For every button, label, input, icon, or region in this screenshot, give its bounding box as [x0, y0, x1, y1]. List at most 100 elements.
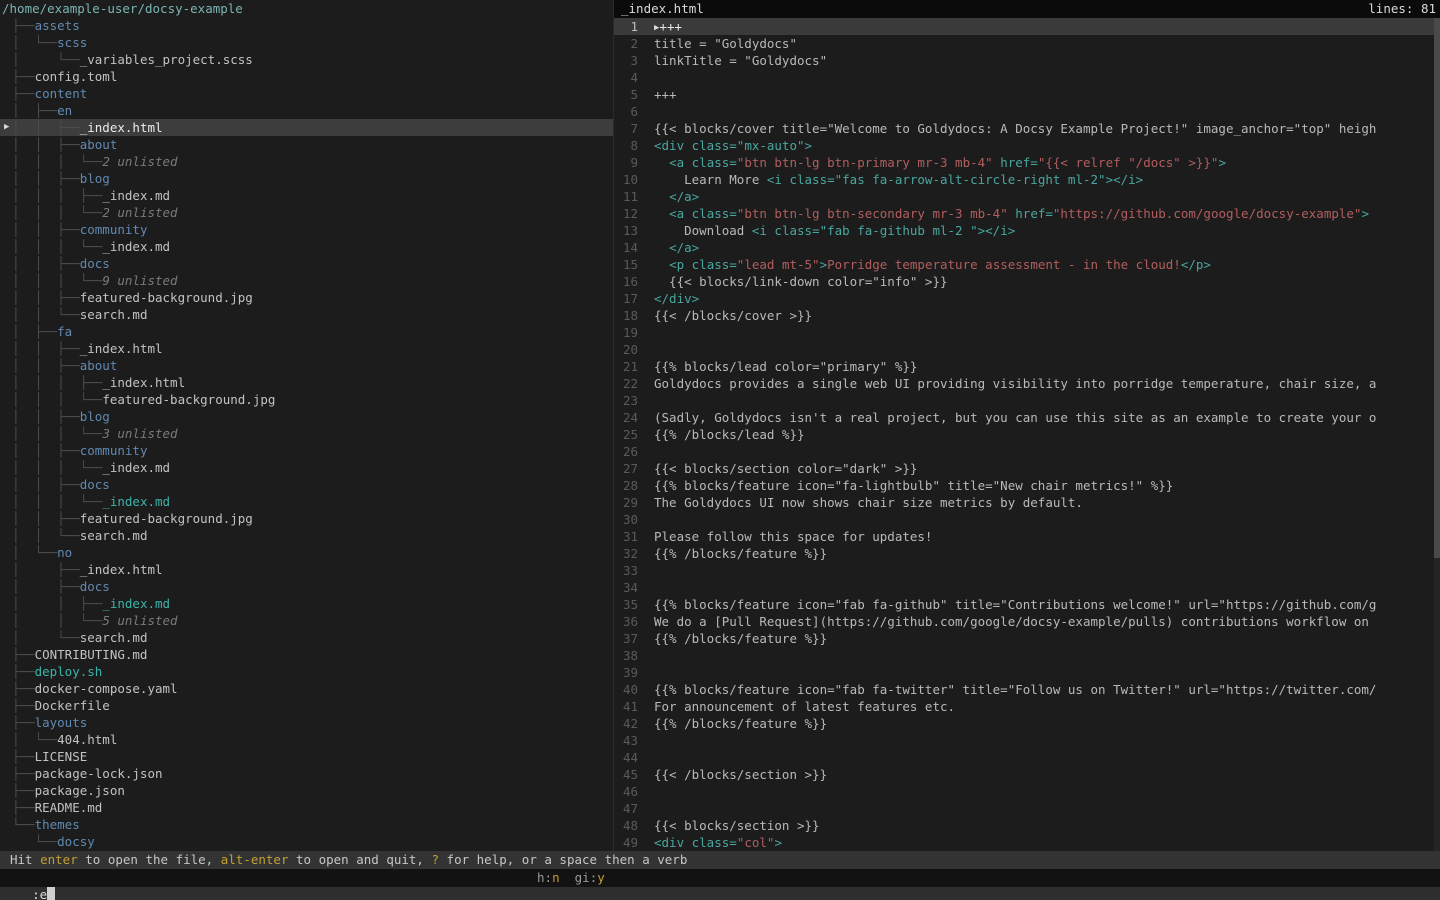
code-line-text: </a> — [654, 188, 699, 205]
tree-item[interactable]: │ │ ├──about — [0, 136, 613, 153]
tree-item-label: docker-compose.yaml — [35, 681, 178, 696]
tree-item[interactable]: ├──package-lock.json — [0, 765, 613, 782]
tree-item[interactable]: ├──README.md — [0, 799, 613, 816]
tree-item[interactable]: │ │ ├──community — [0, 221, 613, 238]
key-hint: enter — [40, 852, 78, 867]
tree-item[interactable]: ├──deploy.sh — [0, 663, 613, 680]
tree-item-label: _index.md — [102, 188, 170, 203]
tree-item[interactable]: │ ├──_index.html — [0, 561, 613, 578]
tree-item[interactable]: └──themes — [0, 816, 613, 833]
tree-item[interactable]: │ │ ├──docs — [0, 255, 613, 272]
tree-item[interactable]: │ ├──en — [0, 102, 613, 119]
code-line: 35{{% blocks/feature icon="fab fa-github… — [614, 596, 1440, 613]
code-line: 23 — [614, 392, 1440, 409]
tree-item[interactable]: │ │ │ ├──_index.html — [0, 374, 613, 391]
code-line: 42{{% /blocks/feature %}} — [614, 715, 1440, 732]
tree-item[interactable]: ├──CONTRIBUTING.md — [0, 646, 613, 663]
tree-branch-lines: ├── — [12, 681, 35, 696]
tree-item[interactable]: │ └──search.md — [0, 629, 613, 646]
tree-item[interactable]: │ │ └──search.md — [0, 527, 613, 544]
preview-lines-count: lines: 81 — [1368, 0, 1436, 18]
tree-item[interactable]: ├──layouts — [0, 714, 613, 731]
status-text: for help, or a space then a verb — [439, 852, 687, 867]
line-number: 7 — [614, 120, 638, 137]
tree-item[interactable]: │ │ ├──community — [0, 442, 613, 459]
tree-item[interactable]: ├──Dockerfile — [0, 697, 613, 714]
tree-item[interactable]: │ ├──docs — [0, 578, 613, 595]
command-input-row[interactable]: :e h:n gi:y — [0, 869, 1440, 887]
scrollbar-thumb[interactable] — [1434, 18, 1440, 558]
code-line-text: <p class="lead mt-5">Porridge temperatur… — [654, 256, 1211, 273]
tree-item[interactable]: │ │ │ └──2 unlisted — [0, 204, 613, 221]
code-line: 6 — [614, 103, 1440, 120]
tree-item-label: _index.html — [80, 562, 163, 577]
tree-item-label: 3 unlisted — [102, 426, 177, 441]
line-number: 17 — [614, 290, 638, 307]
line-number: 33 — [614, 562, 638, 579]
tree-item[interactable]: │ │ │ └──9 unlisted — [0, 272, 613, 289]
tree-item[interactable]: │ └──404.html — [0, 731, 613, 748]
code-line: 1▶+++ — [614, 18, 1440, 35]
tree-item[interactable]: │ │ └──5 unlisted — [0, 612, 613, 629]
code-line-text: {{< /blocks/section >}} — [654, 766, 827, 783]
code-line-text: For announcement of latest features etc. — [654, 698, 955, 715]
root-path: /home/example-user/docsy-example — [0, 0, 613, 17]
tree-item[interactable]: │ │ │ └──2 unlisted — [0, 153, 613, 170]
tree-item[interactable]: ├──config.toml — [0, 68, 613, 85]
tree-item[interactable]: │ │ ├──about — [0, 357, 613, 374]
tree-item[interactable]: └──docsy — [0, 833, 613, 850]
tree-item[interactable]: │ │ └──search.md — [0, 306, 613, 323]
code-line: 45 {{< /blocks/section >}} — [614, 766, 1440, 783]
tree-item[interactable]: │ │ ├──_index.html — [0, 340, 613, 357]
tree-item[interactable]: │ │ │ └──_index.md — [0, 493, 613, 510]
code-line: 13 Download <i class="fab fa-github ml-2… — [614, 222, 1440, 239]
tree-item[interactable]: │ │ │ ├──_index.md — [0, 187, 613, 204]
tree-item[interactable]: ├──docker-compose.yaml — [0, 680, 613, 697]
tree-item[interactable]: │ │ ├──featured-background.jpg — [0, 510, 613, 527]
tree-item[interactable]: │ │ │ └──_index.md — [0, 459, 613, 476]
bottom-strip — [0, 887, 1440, 900]
tree-item[interactable]: ├──content — [0, 85, 613, 102]
command-input-text[interactable]: :e — [32, 887, 47, 900]
tree-item-label: layouts — [35, 715, 88, 730]
tree-item[interactable]: │ └──_variables_project.scss — [0, 51, 613, 68]
code-line: 19 — [614, 324, 1440, 341]
line-number: 42 — [614, 715, 638, 732]
tree-item-label: blog — [80, 409, 110, 424]
line-number: 13 — [614, 222, 638, 239]
tree-item[interactable]: │ │ ├──_index.md — [0, 595, 613, 612]
tree-branch-lines: ├── — [12, 647, 35, 662]
tree-item-label: LICENSE — [35, 749, 88, 764]
tree-item[interactable]: │ └──no — [0, 544, 613, 561]
tree-item-label: community — [80, 443, 148, 458]
tree-item[interactable]: │ │ │ └──featured-background.jpg — [0, 391, 613, 408]
tree-item-label: en — [57, 103, 72, 118]
line-number: 5 — [614, 86, 638, 103]
line-number: 45 — [614, 766, 638, 783]
tree-item[interactable]: │ │ │ └──_index.md — [0, 238, 613, 255]
line-number: 6 — [614, 103, 638, 120]
tree-item[interactable]: ├──LICENSE — [0, 748, 613, 765]
mode-flag: n — [552, 870, 560, 885]
tree-item[interactable]: │ │ ├──blog — [0, 408, 613, 425]
tree-item[interactable]: ├──assets — [0, 17, 613, 34]
tree-item-label: search.md — [80, 307, 148, 322]
tree-item[interactable]: │ ├──fa — [0, 323, 613, 340]
tree-item[interactable]: ▶│ │ ├──_index.html — [0, 119, 613, 136]
code-line-text: We do a [Pull Request](https://github.co… — [654, 613, 1376, 630]
tree-item[interactable]: ├──package.json — [0, 782, 613, 799]
line-number: 1 — [614, 18, 638, 35]
line-number: 49 — [614, 834, 638, 851]
tree-item[interactable]: │ │ ├──docs — [0, 476, 613, 493]
code-line-text: linkTitle = "Goldydocs" — [654, 52, 827, 69]
tree-branch-lines: │ │ ├── — [12, 256, 80, 271]
tree-item[interactable]: │ │ ├──blog — [0, 170, 613, 187]
tree-item[interactable]: │ │ │ └──3 unlisted — [0, 425, 613, 442]
tree-branch-lines: │ └── — [12, 732, 57, 747]
code-line: 47 — [614, 800, 1440, 817]
tree-item[interactable]: │ │ ├──featured-background.jpg — [0, 289, 613, 306]
tree-item[interactable]: │ └──scss — [0, 34, 613, 51]
tree-item-label: assets — [35, 18, 80, 33]
preview-scrollbar[interactable] — [1434, 18, 1440, 851]
line-number: 25 — [614, 426, 638, 443]
